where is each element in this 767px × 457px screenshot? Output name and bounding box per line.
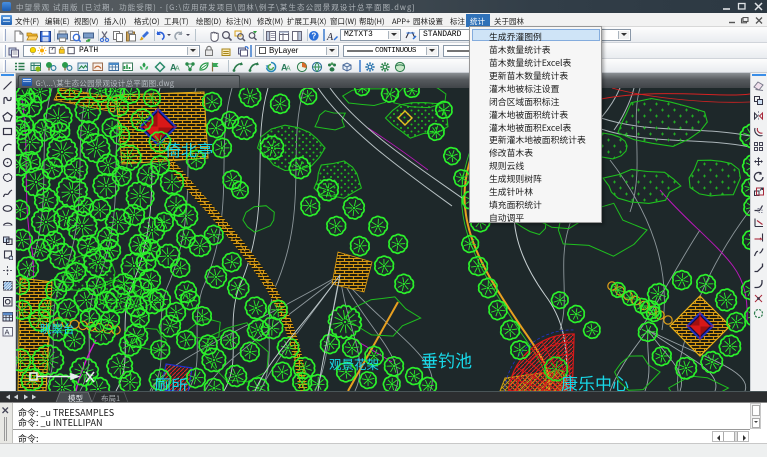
svg-text:观景花架: 观景花架 [329,354,379,373]
svg-text:?: ? [311,31,316,40]
svg-text:A: A [326,32,334,42]
svg-text:康乐中心: 康乐中心 [561,370,629,391]
svg-text:倚北亭: 倚北亭 [165,137,213,161]
svg-text:垂钓池: 垂钓池 [421,347,472,372]
svg-text:A: A [5,328,10,337]
svg-text:眺翠台: 眺翠台 [40,321,75,337]
svg-text:A: A [286,65,291,72]
svg-text:A: A [175,65,180,72]
svg-text:厕所: 厕所 [154,372,188,391]
